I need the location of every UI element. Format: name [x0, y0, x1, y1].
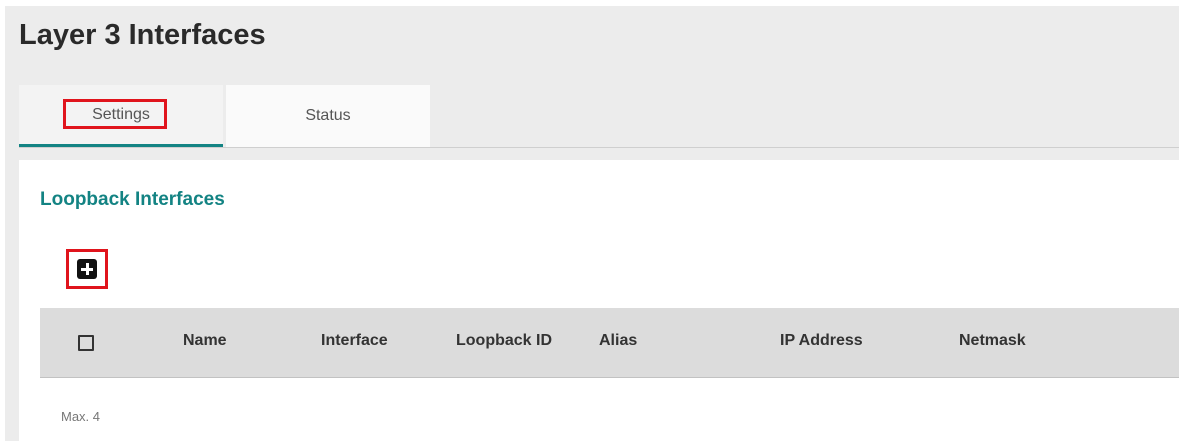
tab-bar: Settings Status — [19, 85, 1179, 148]
page-container: Layer 3 Interfaces Settings Status Loopb… — [5, 6, 1179, 441]
table-header: Name Interface Loopback ID Alias IP Addr… — [40, 308, 1179, 378]
plus-square-icon — [77, 259, 97, 279]
column-header-interface[interactable]: Interface — [321, 332, 388, 350]
tab-settings-label: Settings — [92, 105, 150, 123]
column-header-alias[interactable]: Alias — [599, 332, 637, 350]
column-header-netmask[interactable]: Netmask — [959, 332, 1026, 350]
max-entries-note: Max. 4 — [61, 409, 101, 424]
add-button[interactable] — [66, 249, 108, 289]
tab-status[interactable]: Status — [226, 85, 430, 147]
loopback-interfaces-card: Loopback Interfaces Name Interface Loopb… — [19, 160, 1179, 441]
select-all-checkbox[interactable] — [78, 335, 94, 351]
section-title: Loopback Interfaces — [40, 189, 225, 210]
column-header-ip-address[interactable]: IP Address — [780, 332, 863, 350]
column-header-loopback-id[interactable]: Loopback ID — [456, 332, 552, 350]
column-header-name[interactable]: Name — [183, 332, 227, 350]
tab-settings[interactable]: Settings — [19, 85, 223, 147]
tab-status-label: Status — [305, 107, 351, 124]
page-title: Layer 3 Interfaces — [19, 19, 266, 51]
